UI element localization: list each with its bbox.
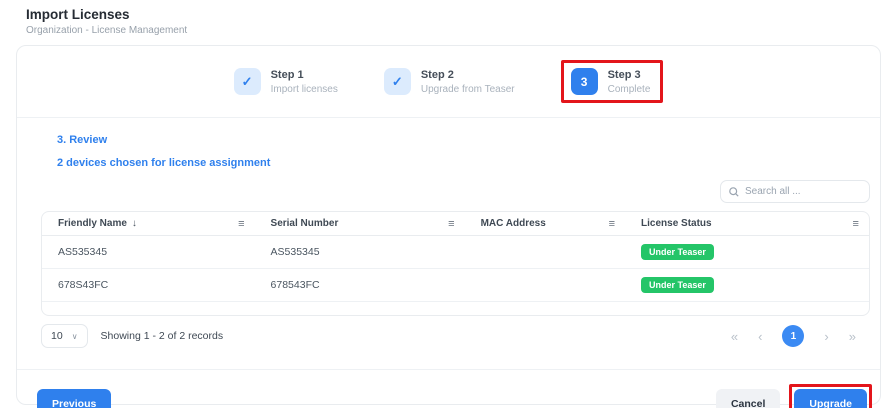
column-header-mac-address[interactable]: MAC Address ≡	[465, 212, 625, 235]
chevron-down-icon: ∨	[72, 332, 78, 341]
annotation-box-upgrade: Upgrade	[789, 384, 872, 408]
table-spacer	[42, 302, 869, 315]
stepper-step-1[interactable]: ✓ Step 1 Import licenses	[234, 68, 338, 95]
review-subheading: 2 devices chosen for license assignment	[57, 157, 856, 169]
wizard-card: ✓ Step 1 Import licenses ✓ Step 2 Upgrad…	[16, 45, 881, 405]
cell-serial-number: AS535345	[255, 246, 465, 258]
previous-page-button[interactable]: ‹	[758, 330, 762, 343]
review-section: 3. Review 2 devices chosen for license a…	[17, 118, 880, 169]
annotation-box-step3: 3 Step 3 Complete	[561, 60, 664, 103]
column-label: MAC Address	[481, 218, 546, 229]
stepper-step-2[interactable]: ✓ Step 2 Upgrade from Teaser	[384, 68, 515, 95]
stepper-step-3[interactable]: 3 Step 3 Complete	[571, 68, 651, 95]
column-menu-icon[interactable]: ≡	[853, 218, 859, 230]
column-header-friendly-name[interactable]: Friendly Name ↓ ≡	[42, 212, 255, 235]
check-icon: ✓	[234, 68, 261, 95]
review-heading: 3. Review	[57, 134, 856, 146]
page-size-value: 10	[51, 330, 63, 342]
column-label: License Status	[641, 218, 712, 229]
next-page-button[interactable]: ›	[824, 330, 828, 343]
license-status-badge: Under Teaser	[641, 244, 714, 260]
search-row	[17, 169, 880, 211]
column-menu-icon[interactable]: ≡	[609, 218, 615, 230]
cancel-button[interactable]: Cancel	[716, 389, 780, 408]
column-menu-icon[interactable]: ≡	[238, 218, 244, 230]
cell-friendly-name: AS535345	[42, 246, 255, 258]
cell-serial-number: 678543FC	[255, 279, 465, 291]
upgrade-button[interactable]: Upgrade	[794, 389, 867, 408]
search-box[interactable]	[720, 180, 870, 203]
breadcrumb: Organization - License Management	[26, 25, 894, 36]
table-row: AS535345 AS535345 Under Teaser	[42, 236, 869, 269]
footer: Previous Cancel Upgrade	[17, 370, 880, 408]
column-menu-icon[interactable]: ≡	[448, 218, 454, 230]
previous-button[interactable]: Previous	[37, 389, 111, 408]
table-header-row: Friendly Name ↓ ≡ Serial Number ≡ MAC Ad…	[42, 212, 869, 236]
column-header-serial-number[interactable]: Serial Number ≡	[255, 212, 465, 235]
step-3-sublabel: Complete	[608, 84, 651, 95]
step-2-label: Step 2	[421, 69, 515, 81]
search-input[interactable]	[745, 186, 861, 197]
column-header-license-status[interactable]: License Status ≡	[625, 212, 869, 235]
table-row: 678S43FC 678543FC Under Teaser	[42, 269, 869, 302]
page-size-select[interactable]: 10 ∨	[41, 324, 88, 348]
stepper: ✓ Step 1 Import licenses ✓ Step 2 Upgrad…	[17, 46, 880, 118]
step-3-number: 3	[571, 68, 598, 95]
last-page-button[interactable]: »	[849, 330, 856, 343]
first-page-button[interactable]: «	[731, 330, 738, 343]
sort-desc-icon: ↓	[132, 218, 137, 229]
pagination-row: 10 ∨ Showing 1 - 2 of 2 records « ‹ 1 › …	[41, 324, 870, 348]
pagination-summary: Showing 1 - 2 of 2 records	[101, 330, 224, 342]
step-3-label: Step 3	[608, 69, 651, 81]
pager: « ‹ 1 › »	[731, 325, 870, 347]
current-page-button[interactable]: 1	[782, 325, 804, 347]
column-label: Friendly Name	[58, 218, 127, 229]
check-icon: ✓	[384, 68, 411, 95]
devices-table: Friendly Name ↓ ≡ Serial Number ≡ MAC Ad…	[41, 211, 870, 316]
step-1-label: Step 1	[271, 69, 338, 81]
cell-friendly-name: 678S43FC	[42, 279, 255, 291]
page-title: Import Licenses	[26, 7, 894, 22]
column-label: Serial Number	[271, 218, 339, 229]
step-1-sublabel: Import licenses	[271, 84, 338, 95]
license-status-badge: Under Teaser	[641, 277, 714, 293]
page-header: Import Licenses Organization - License M…	[0, 0, 894, 36]
step-2-sublabel: Upgrade from Teaser	[421, 84, 515, 95]
search-icon	[729, 187, 739, 197]
